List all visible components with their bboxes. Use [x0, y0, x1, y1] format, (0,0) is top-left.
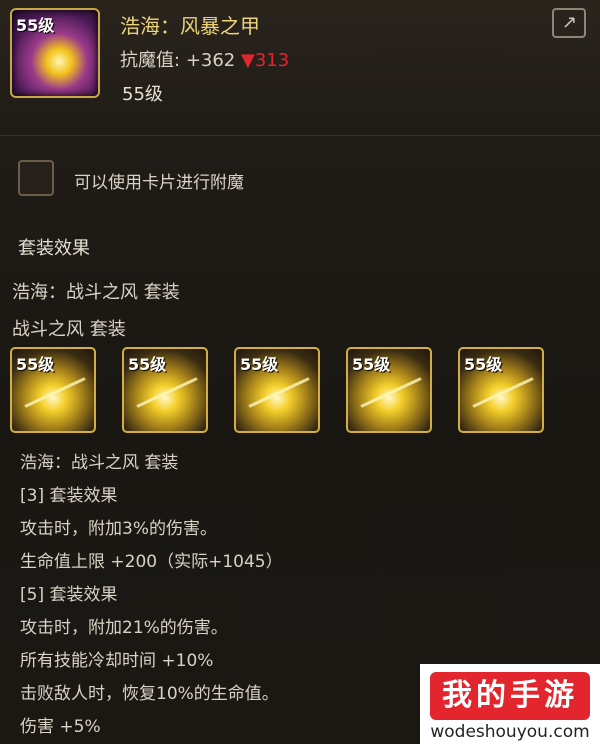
set-effect-line: [5] 套装效果: [20, 585, 118, 605]
enchant-card-slot[interactable]: [18, 160, 54, 196]
set-name-short: 战斗之风 套装: [12, 319, 126, 340]
set-piece-level: 55级: [240, 355, 279, 374]
set-effect-line: 击败敌人时，恢复10%的生命值。: [20, 684, 279, 704]
set-effect-list: 浩海：战斗之风 套装 [3] 套装效果 攻击时，附加3%的伤害。 生命值上限 +…: [20, 447, 283, 744]
item-tooltip-panel: 55级 浩海：风暴之甲 抗魔值: +362 ▼313 55级 ↗ 可以使用卡片进…: [0, 0, 600, 744]
set-effect-line: [3] 套装效果: [20, 486, 118, 506]
armor-item-icon[interactable]: 55级: [10, 8, 100, 98]
set-piece-icon[interactable]: 55级: [234, 347, 320, 433]
set-effect-line: 伤害 +5%: [20, 717, 101, 737]
stat-delta: 313: [254, 50, 290, 71]
set-piece-list: 55级 55级 55级 55级 55级: [10, 347, 550, 437]
set-effect-line: 攻击时，附加21%的伤害。: [20, 618, 228, 638]
stat-row: 抗魔值: +362 ▼313: [120, 46, 289, 72]
watermark-brand: 我的手游: [430, 672, 590, 720]
stat-value: +362: [185, 50, 236, 71]
set-piece-level: 55级: [352, 355, 391, 374]
item-level-badge: 55级: [16, 16, 55, 35]
set-name-full: 浩海：战斗之风 套装: [12, 282, 180, 303]
stat-label: 抗魔值:: [120, 50, 181, 71]
down-arrow-icon: ▼: [241, 50, 255, 71]
set-piece-level: 55级: [16, 355, 55, 374]
set-piece-level: 55级: [128, 355, 167, 374]
watermark-url: wodeshouyou.com: [430, 722, 590, 742]
set-piece-level: 55级: [464, 355, 503, 374]
set-effect-line: 攻击时，附加3%的伤害。: [20, 519, 217, 539]
set-effect-line: 所有技能冷却时间 +10%: [20, 651, 214, 671]
set-piece-icon[interactable]: 55级: [458, 347, 544, 433]
share-icon: ↗: [562, 12, 578, 33]
item-level: 55级: [122, 84, 163, 105]
item-name: 浩海：风暴之甲: [120, 14, 260, 38]
share-button[interactable]: ↗: [552, 8, 586, 38]
set-effect-title: 套装效果: [18, 238, 90, 259]
set-piece-icon[interactable]: 55级: [122, 347, 208, 433]
site-watermark: 我的手游 wodeshouyou.com: [420, 664, 600, 744]
set-piece-icon[interactable]: 55级: [346, 347, 432, 433]
enchant-label: 可以使用卡片进行附魔: [74, 173, 244, 193]
set-effect-line: 浩海：战斗之风 套装: [20, 453, 179, 473]
set-piece-icon[interactable]: 55级: [10, 347, 96, 433]
set-effect-line: 生命值上限 +200（实际+1045）: [20, 552, 283, 572]
item-header: 55级 浩海：风暴之甲 抗魔值: +362 ▼313 55级 ↗: [0, 0, 600, 136]
